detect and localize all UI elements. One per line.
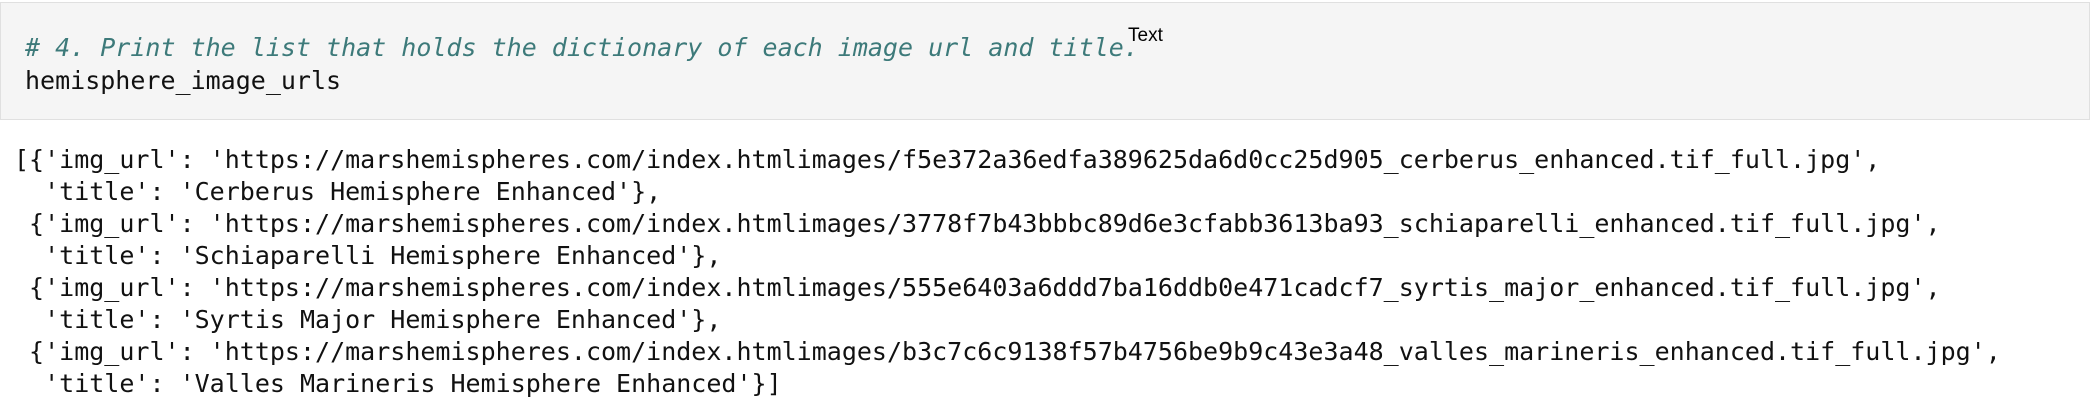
output-line: 'title': 'Valles Marineris Hemisphere En… — [14, 369, 782, 398]
output-line: {'img_url': 'https://marshemispheres.com… — [14, 209, 1941, 238]
output-line: {'img_url': 'https://marshemispheres.com… — [14, 337, 2001, 366]
text-tooltip: Text — [1128, 25, 1163, 46]
output-line: [{'img_url': 'https://marshemispheres.co… — [14, 145, 1881, 174]
output-line: 'title': 'Cerberus Hemisphere Enhanced'}… — [14, 177, 662, 206]
output-line: {'img_url': 'https://marshemispheres.com… — [14, 273, 1941, 302]
code-variable-line: hemisphere_image_urls — [25, 66, 342, 95]
code-input-cell[interactable]: # 4. Print the list that holds the dicti… — [0, 2, 2090, 120]
output-line: 'title': 'Schiaparelli Hemisphere Enhanc… — [14, 241, 722, 270]
code-comment: # 4. Print the list that holds the dicti… — [25, 33, 1139, 62]
output-line: 'title': 'Syrtis Major Hemisphere Enhanc… — [14, 305, 722, 334]
